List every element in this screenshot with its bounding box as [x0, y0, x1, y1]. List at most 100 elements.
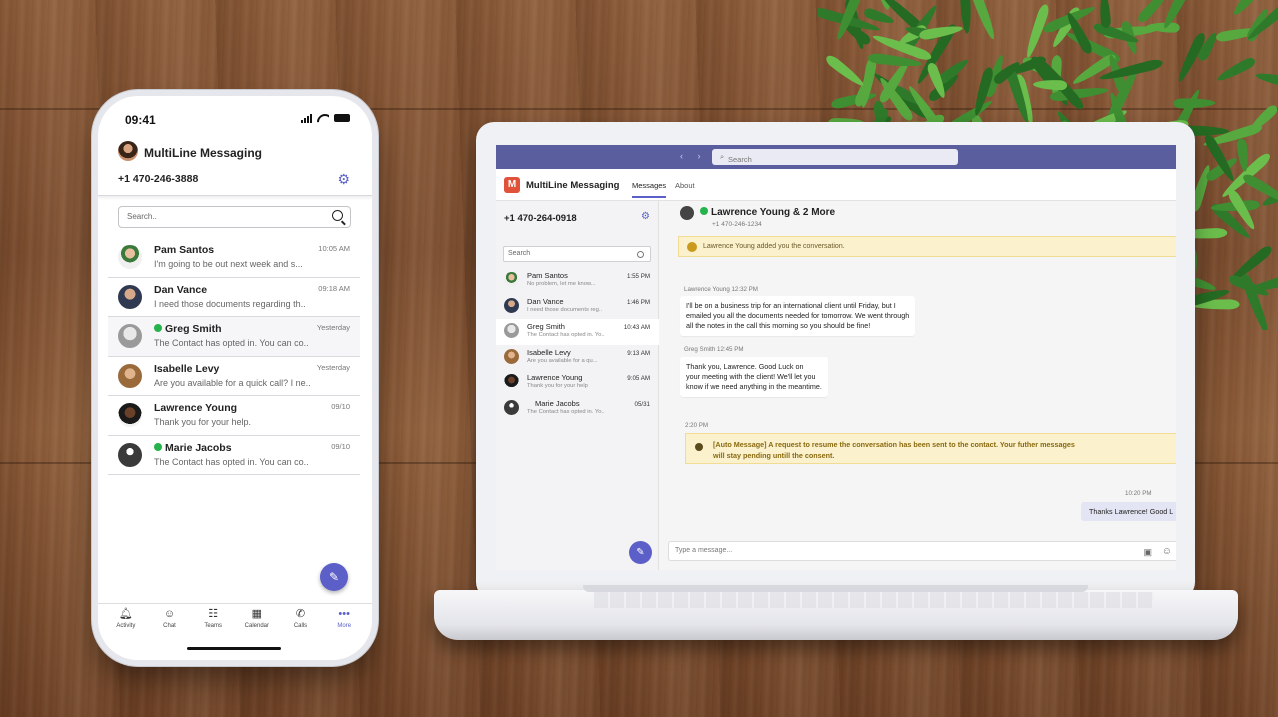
message-time: 05/31 — [634, 400, 650, 408]
message-preview: The Contact has opted in. Yo.. — [527, 332, 605, 338]
message-preview: I need those documents regarding th.. — [154, 298, 306, 309]
avatar — [118, 403, 142, 427]
list-item[interactable]: Isabelle Levy Are you available for a qu… — [496, 345, 659, 371]
compose-button[interactable]: ✎ — [320, 563, 348, 591]
list-item[interactable]: Lawrence Young 09/10 Thank you for your … — [108, 396, 360, 436]
tab-label: Calls — [293, 623, 308, 629]
leaf-shape — [823, 53, 866, 90]
input-placeholder: Type a message... — [675, 547, 733, 554]
chat-pane: Lawrence Young & 2 More +1 470-246-1234 … — [660, 201, 1176, 570]
contact-name-text: Marie Jacobs — [165, 441, 232, 454]
message-meta: 2:20 PM — [685, 422, 709, 429]
message-time: 09/10 — [331, 402, 350, 411]
list-item[interactable]: Dan Vance 09:18 AM I need those document… — [108, 278, 360, 317]
notice-text: Lawrence Young added you the conversatio… — [703, 243, 845, 250]
avatar — [118, 324, 142, 348]
message-time: Yesterday — [316, 323, 350, 332]
message-preview: The Contact has opted in. You can co.. — [154, 338, 309, 348]
back-forward-icons[interactable]: ‹ › — [680, 151, 707, 161]
list-item[interactable]: Greg Smith The Contact has opted in. Yo.… — [496, 319, 659, 345]
list-item[interactable]: Pam Santos No problem, let me know... 1:… — [496, 268, 659, 294]
global-search-input[interactable]: ⌕ Search — [712, 149, 958, 165]
message-time: Yesterday — [316, 362, 350, 372]
leaf-shape — [1215, 55, 1257, 84]
message-bubble: I'll be on a business trip for an intern… — [680, 296, 916, 336]
leaf-shape — [1246, 103, 1278, 135]
tab-about[interactable]: About — [675, 181, 695, 190]
search-input[interactable]: Search.. — [118, 206, 351, 228]
tab-calls[interactable]: ✆ Calls — [279, 608, 323, 660]
list-item[interactable]: Lawrence Young Thank you for your help 9… — [496, 370, 659, 396]
person-icon — [504, 399, 519, 415]
message-preview: Thank you for your help. — [154, 417, 252, 427]
search-placeholder: ⌕ Search — [720, 152, 752, 164]
tab-more[interactable]: ••• More — [322, 608, 366, 660]
tab-activity[interactable]: 🔔︎ Activity — [104, 608, 148, 660]
list-item[interactable]: Greg Smith Yesterday The Contact has opt… — [108, 317, 360, 357]
list-item[interactable]: Pam Santos 10:05 AM I'm going to be out … — [108, 238, 360, 278]
gear-icon[interactable]: ⚙ — [641, 211, 650, 222]
status-time: 09:41 — [125, 113, 156, 127]
compose-icon: ✎ — [328, 570, 340, 584]
status-icons — [301, 113, 350, 123]
system-notice: Lawrence Young added you the conversatio… — [678, 236, 1176, 257]
message-preview: I need those documents reg.. — [527, 306, 603, 313]
auto-message-line: will stay pending untill the consent. — [713, 451, 835, 460]
bell-icon: 🔔︎ — [118, 608, 133, 620]
leaf-shape — [969, 0, 998, 41]
avatar[interactable] — [118, 141, 138, 161]
message-line: I'll be on a business trip for an intern… — [686, 301, 896, 310]
signal-icon — [301, 113, 312, 123]
message-line: Thank you, Lawrence. Good Luck on — [686, 362, 804, 371]
list-item[interactable]: Marie Jacobs The Contact has opted in. Y… — [496, 396, 659, 422]
contact-name: Marie Jacobs — [154, 442, 232, 454]
contact-name: Isabelle Levy — [527, 347, 571, 357]
line-number[interactable]: +1 470-264-0918 — [504, 213, 577, 224]
list-item[interactable]: Marie Jacobs 09/10 The Contact has opted… — [108, 436, 360, 475]
tab-teams[interactable]: ☷ Teams — [191, 608, 235, 660]
chat-title: Lawrence Young & 2 More — [700, 207, 835, 218]
tab-chat[interactable]: ☺ Chat — [148, 608, 192, 660]
list-item[interactable]: Dan Vance I need those documents reg.. 1… — [496, 294, 659, 320]
emoji-icon[interactable]: ☺ — [1162, 546, 1172, 557]
conversation-sidebar: +1 470-264-0918 ⚙ Search Pam Santos No p… — [496, 201, 659, 570]
message-bubble: Thank you, Lawrence. Good Luck on your m… — [680, 357, 828, 397]
contact-name: Lawrence Young — [154, 402, 238, 414]
search-icon[interactable] — [637, 251, 644, 258]
search-icon[interactable] — [332, 210, 343, 221]
bottom-tab-bar: 🔔︎ Activity ☺ Chat ☷ Teams ▦ Calendar ✆ Calls… — [98, 603, 372, 660]
message-preview: I'm going to be out next week and s... — [154, 259, 303, 269]
line-number[interactable]: +1 470-246-3888 — [118, 173, 198, 185]
conversation-list: Pam Santos 10:05 AM I'm going to be out … — [108, 238, 360, 475]
leaf-shape — [1172, 98, 1215, 109]
message-time: 09:18 AM — [318, 283, 350, 293]
laptop-hinge — [583, 585, 1088, 592]
avatar — [504, 272, 519, 287]
home-indicator[interactable] — [187, 647, 281, 650]
app-tab-bar: M MultiLine Messaging Messages About — [496, 169, 1176, 201]
message-input[interactable]: Type a message... ▣ ☺ — [668, 541, 1176, 561]
message-line: know if we need anything in the meantime… — [686, 382, 822, 391]
message-time: 1:55 PM — [626, 273, 650, 280]
message-preview: Thank you for your help — [527, 383, 588, 389]
search-input[interactable]: Search — [503, 246, 651, 262]
image-icon[interactable]: ▣ — [1143, 547, 1152, 558]
tab-label: Teams — [204, 623, 223, 629]
compose-button[interactable]: ✎ — [629, 541, 652, 564]
auto-message-notice: [Auto Message] A request to resume the c… — [685, 433, 1176, 464]
chat-subtitle: +1 470-246-1234 — [712, 221, 762, 228]
gear-icon[interactable]: ⚙ — [337, 171, 350, 188]
list-item[interactable]: Isabelle Levy Yesterday Are you availabl… — [108, 357, 360, 396]
contact-name: Dan Vance — [527, 296, 564, 306]
phone-device: 09:41 MultiLine Messaging +1 470-246-388… — [98, 96, 372, 660]
contact-name: Marie Jacobs — [535, 398, 580, 408]
message-preview: Are you available for a qu... — [527, 357, 598, 364]
whatsapp-icon — [700, 207, 708, 215]
message-time: 10:43 AM — [623, 324, 650, 331]
message-line: your meeting with the client! We'll let … — [686, 372, 816, 381]
avatar — [118, 284, 142, 309]
laptop-screen: ‹ › ⌕ Search M MultiLine Messaging Messa… — [496, 145, 1176, 570]
contact-name: Pam Santos — [154, 244, 215, 256]
tab-calendar[interactable]: ▦ Calendar — [235, 608, 279, 660]
tab-messages[interactable]: Messages — [632, 181, 667, 198]
